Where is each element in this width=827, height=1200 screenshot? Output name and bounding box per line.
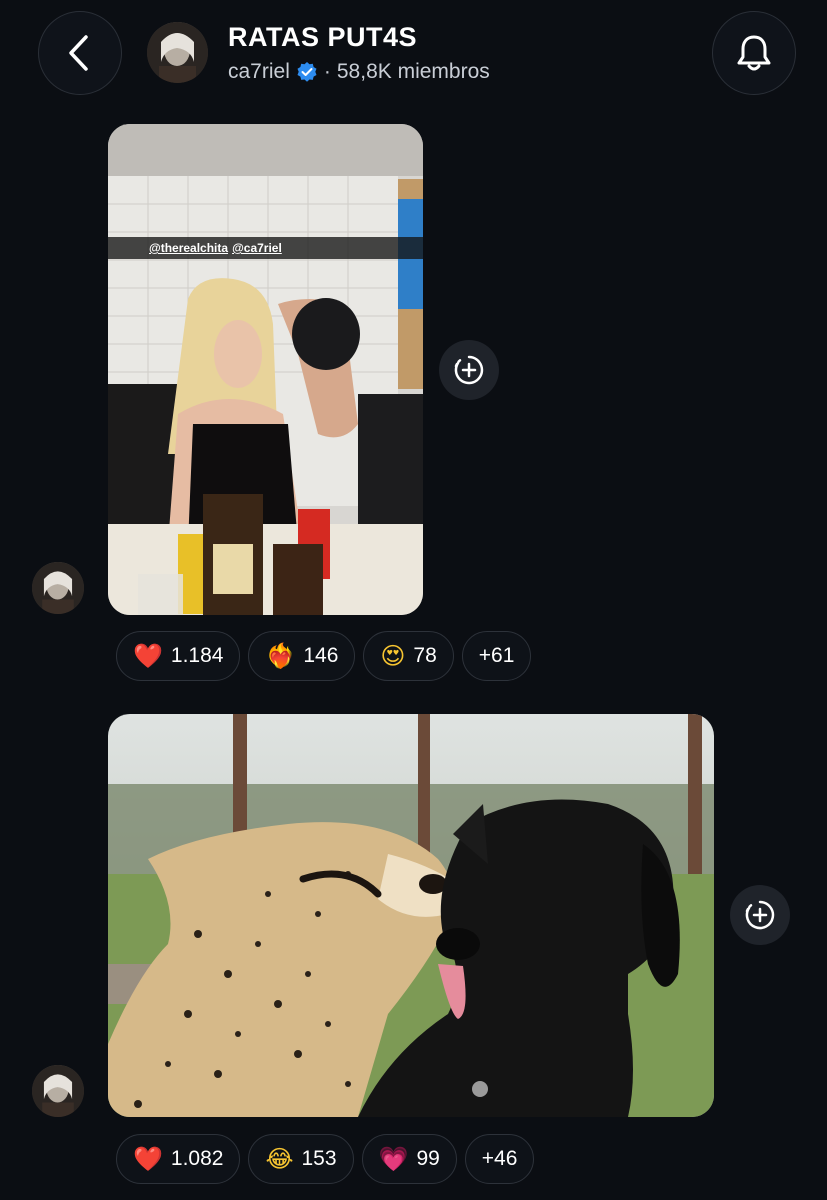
channel-header: RATAS PUT4S ca7riel · 58,8K miembros: [0, 0, 827, 110]
photo-mention-tags: @therealchita @ca7riel: [108, 237, 423, 259]
notifications-button[interactable]: [712, 11, 796, 95]
reaction-growing-heart[interactable]: 💗 99: [361, 1134, 457, 1184]
mention-tag-1[interactable]: @therealchita: [149, 241, 228, 255]
message-photo-2[interactable]: [108, 714, 714, 1117]
reaction-more-count: +61: [478, 644, 515, 667]
channel-avatar[interactable]: [147, 22, 208, 83]
heart-eyes-emoji-icon: 😍: [380, 642, 406, 670]
verified-badge-icon: [297, 62, 317, 82]
share-button-2[interactable]: [730, 885, 790, 945]
sender-avatar-1[interactable]: [32, 562, 84, 614]
reaction-count: 99: [416, 1147, 440, 1170]
member-count: 58,8K miembros: [336, 60, 490, 83]
reaction-count: 78: [413, 644, 437, 667]
growing-heart-emoji-icon: 💗: [378, 1145, 409, 1173]
reaction-more-count: +46: [481, 1147, 518, 1170]
reaction-heart-eyes[interactable]: 😍 78: [363, 631, 454, 681]
reaction-bar-2: ❤️ 1.082 😂 153 💗 99 +46: [116, 1134, 535, 1184]
reaction-count: 1.184: [170, 644, 224, 667]
channel-title[interactable]: RATAS PUT4S: [228, 22, 417, 53]
share-add-icon: [745, 900, 775, 930]
back-button[interactable]: [38, 11, 122, 95]
reaction-count: 1.082: [170, 1147, 224, 1170]
bell-icon: [737, 35, 771, 71]
reaction-count: 153: [301, 1147, 337, 1170]
reaction-heart[interactable]: ❤️ 1.082: [116, 1134, 241, 1184]
channel-subtitle: ca7riel · 58,8K miembros: [228, 60, 490, 84]
subtitle-separator: ·: [323, 60, 331, 83]
reaction-bar-1: ❤️ 1.184 ❤️‍🔥 146 😍 78 +61: [116, 631, 532, 681]
reaction-more[interactable]: +61: [461, 631, 532, 681]
chevron-left-icon: [69, 35, 88, 71]
reaction-more[interactable]: +46: [464, 1134, 535, 1184]
heart-emoji-icon: ❤️: [133, 1145, 163, 1173]
tears-of-joy-emoji-icon: 😂: [265, 1145, 294, 1173]
channel-name: ca7riel: [228, 60, 290, 83]
share-button-1[interactable]: [439, 340, 499, 400]
reaction-tears-of-joy[interactable]: 😂 153: [248, 1134, 354, 1184]
message-photo-1[interactable]: @therealchita @ca7riel: [108, 124, 423, 615]
mention-tag-2[interactable]: @ca7riel: [232, 241, 282, 255]
reaction-heart[interactable]: ❤️ 1.184: [116, 631, 241, 681]
channel-view: RATAS PUT4S ca7riel · 58,8K miembros @th…: [0, 0, 827, 1200]
share-add-icon: [454, 355, 484, 385]
heart-on-fire-emoji-icon: ❤️‍🔥: [265, 642, 296, 670]
reaction-count: 146: [303, 644, 339, 667]
reaction-heart-on-fire[interactable]: ❤️‍🔥 146: [248, 631, 356, 681]
sender-avatar-2[interactable]: [32, 1065, 84, 1117]
heart-emoji-icon: ❤️: [133, 642, 163, 670]
